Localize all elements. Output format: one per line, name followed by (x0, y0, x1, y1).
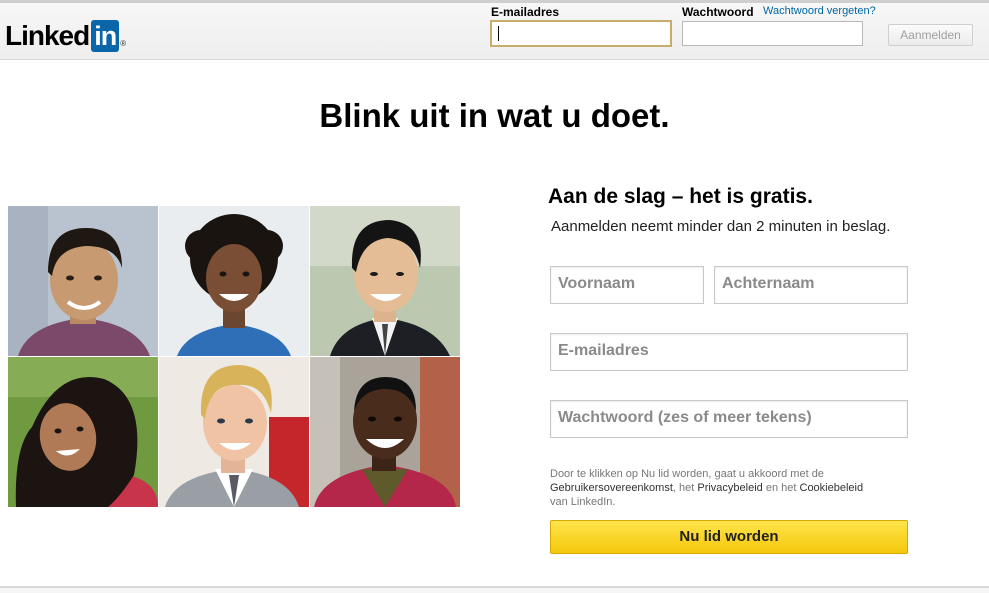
last-name-field[interactable]: Achternaam (714, 266, 908, 304)
terms-part2: , het (672, 482, 695, 494)
privacy-policy-link[interactable]: Privacybeleid (697, 482, 762, 494)
terms-part1: Door te klikken op Nu lid worden, gaat u… (550, 468, 824, 480)
logo-word: Linked (5, 20, 90, 51)
terms-text: Door te klikken op Nu lid worden, gaat u… (550, 467, 910, 509)
top-bar: Linked in ® E-mailadres Wachtwoord Wacht… (0, 0, 989, 60)
cookie-policy-link[interactable]: Cookiebeleid (800, 482, 864, 494)
email-field[interactable]: E-mailadres (550, 333, 908, 371)
logo-registered-mark: ® (120, 38, 127, 48)
header-password-input[interactable] (682, 21, 863, 46)
terms-part3: en het (765, 482, 797, 494)
portrait-woman-curly-hair (159, 206, 309, 356)
email-label: E-mailadres (491, 5, 560, 19)
user-agreement-link[interactable]: Gebruikersovereenkomst (550, 482, 673, 494)
terms-part4: van LinkedIn. (550, 496, 616, 508)
linkedin-login-page: Linked in ® E-mailadres Wachtwoord Wacht… (0, 0, 989, 593)
portrait-man-blond (159, 357, 309, 507)
password-field[interactable]: Wachtwoord (zes of meer tekens) (550, 400, 908, 438)
portrait-woman-long-hair (8, 357, 158, 507)
signup-subtitle: Aanmelden neemt minder dan 2 minuten in … (551, 218, 891, 235)
portrait-man-suit (310, 206, 460, 356)
first-name-field[interactable]: Voornaam (550, 266, 704, 304)
join-now-button[interactable]: Nu lid worden (550, 520, 908, 554)
password-label: Wachtwoord (682, 5, 754, 19)
logo-in-box: in (91, 20, 120, 52)
text-caret (498, 26, 499, 41)
header-email-input[interactable] (490, 20, 672, 47)
bottom-divider (0, 586, 989, 593)
portrait-man-brick-wall (310, 357, 460, 507)
linkedin-logo[interactable]: Linked in ® (5, 18, 126, 54)
page-headline: Blink uit in wat u doet. (319, 97, 670, 134)
forgot-password-link[interactable]: Wachtwoord vergeten? (763, 5, 876, 17)
photo-grid (8, 206, 460, 508)
signin-button[interactable]: Aanmelden (888, 24, 973, 46)
portrait-man-smiling (8, 206, 158, 356)
signup-title: Aan de slag – het is gratis. (548, 185, 813, 208)
